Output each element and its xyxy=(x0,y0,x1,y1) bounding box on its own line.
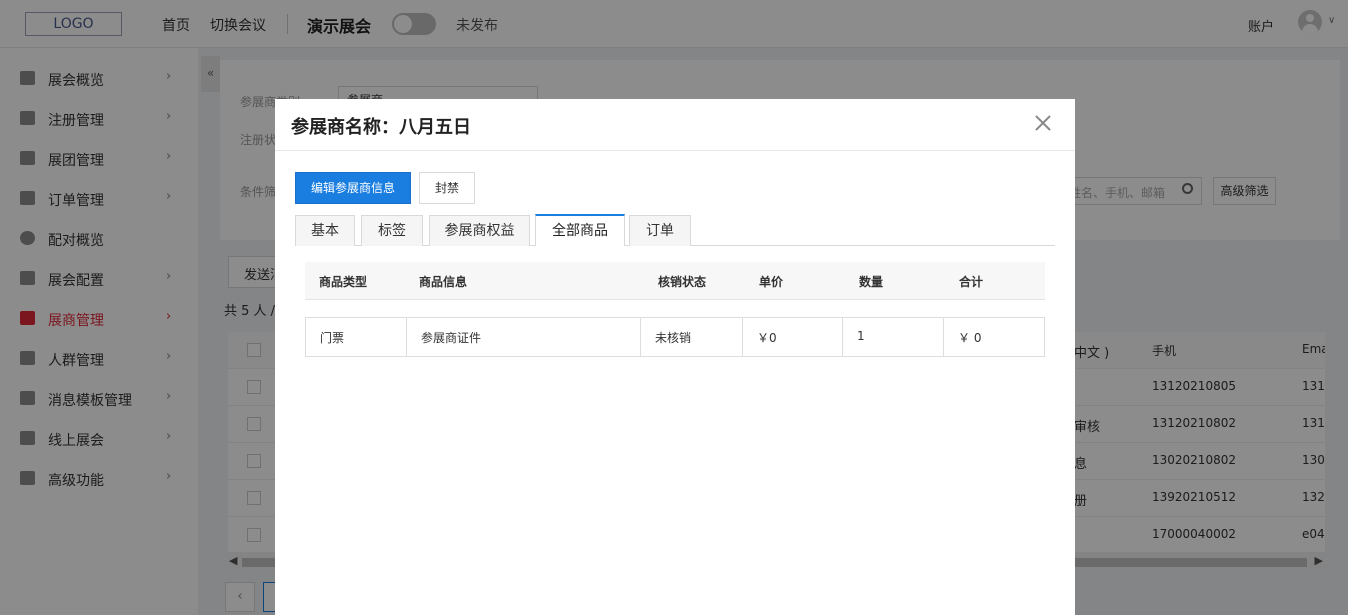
column-header-quantity: 数量 xyxy=(859,275,884,289)
cell-info: 参展商证件 xyxy=(407,318,641,356)
column-header-info: 商品信息 xyxy=(419,275,468,289)
modal-title: 参展商名称：八月五日 xyxy=(291,117,471,138)
exhibitor-detail-modal: 参展商名称：八月五日 编辑参展商信息 封禁 基本 标签 参展商权益 全部商品 订… xyxy=(275,99,1075,615)
cell-quantity: 1 xyxy=(843,318,944,356)
edit-exhibitor-button[interactable]: 编辑参展商信息 xyxy=(295,172,411,204)
cell-redeem-status: 未核销 xyxy=(641,318,743,356)
column-header-unit-price: 单价 xyxy=(759,275,784,289)
cell-total: ￥ 0 xyxy=(958,331,982,345)
cell-unit-price: ￥0 xyxy=(743,318,843,356)
close-icon[interactable] xyxy=(1033,113,1053,133)
tab-basic[interactable]: 基本 xyxy=(295,215,355,246)
products-table-header: 商品类型 商品信息 核销状态 单价 数量 合计 xyxy=(305,262,1045,300)
tab-orders[interactable]: 订单 xyxy=(629,215,691,246)
tab-tags[interactable]: 标签 xyxy=(361,215,423,246)
modal-header: 参展商名称：八月五日 xyxy=(275,99,1075,151)
table-row: 门票 参展商证件 未核销 ￥0 1 ￥ 0 xyxy=(305,317,1045,357)
column-header-total: 合计 xyxy=(959,275,984,289)
tab-exhibitor-rights[interactable]: 参展商权益 xyxy=(429,215,530,246)
cell-type: 门票 xyxy=(306,318,407,356)
column-header-redeem-status: 核销状态 xyxy=(658,275,707,289)
column-header-type: 商品类型 xyxy=(319,275,368,289)
ban-button[interactable]: 封禁 xyxy=(419,172,475,204)
tab-all-products[interactable]: 全部商品 xyxy=(535,214,625,246)
